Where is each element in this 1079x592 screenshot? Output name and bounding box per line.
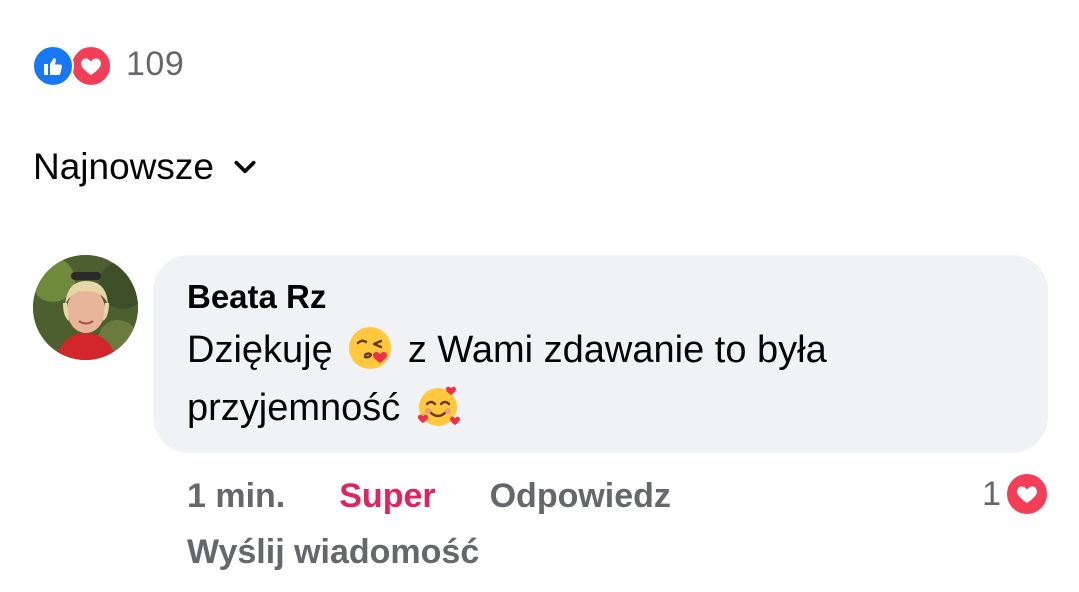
comment-text-part: przyjemność — [187, 387, 401, 429]
react-super-button[interactable]: Super — [339, 477, 435, 516]
comment-reaction-count: 1 — [982, 474, 1001, 513]
comment-bubble: Beata Rz Dziękuję z Wami zdawanie to był… — [153, 255, 1048, 453]
reaction-icons — [32, 42, 118, 87]
post-reactions-summary[interactable]: 109 — [32, 42, 185, 87]
send-message-button[interactable]: Wyślij wiadomość — [187, 528, 479, 576]
comment-actions: 1 min. Super Odpowiedz — [187, 472, 671, 520]
comment-text: Dziękuję z Wami zdawanie to była przyjem… — [187, 321, 1014, 437]
comment-sort-dropdown[interactable]: Najnowsze — [33, 142, 258, 192]
smiling-hearts-emoji-icon — [417, 386, 460, 426]
love-icon — [1005, 472, 1049, 516]
comment-text-part: z Wami zdawanie to była — [407, 329, 827, 371]
reaction-count: 109 — [126, 44, 185, 83]
comment-reactions-summary[interactable]: 1 — [982, 470, 1049, 518]
love-icon — [70, 45, 112, 87]
comment-timestamp[interactable]: 1 min. — [187, 477, 285, 516]
comment-text-part: Dziękuję — [187, 329, 333, 371]
like-icon — [32, 45, 74, 87]
avatar[interactable] — [33, 255, 138, 360]
reply-button[interactable]: Odpowiedz — [490, 477, 671, 516]
sort-label: Najnowsze — [33, 146, 214, 187]
chevron-down-icon — [234, 160, 256, 174]
comment-author[interactable]: Beata Rz — [187, 277, 1014, 317]
kissing-heart-emoji-icon — [349, 327, 392, 369]
